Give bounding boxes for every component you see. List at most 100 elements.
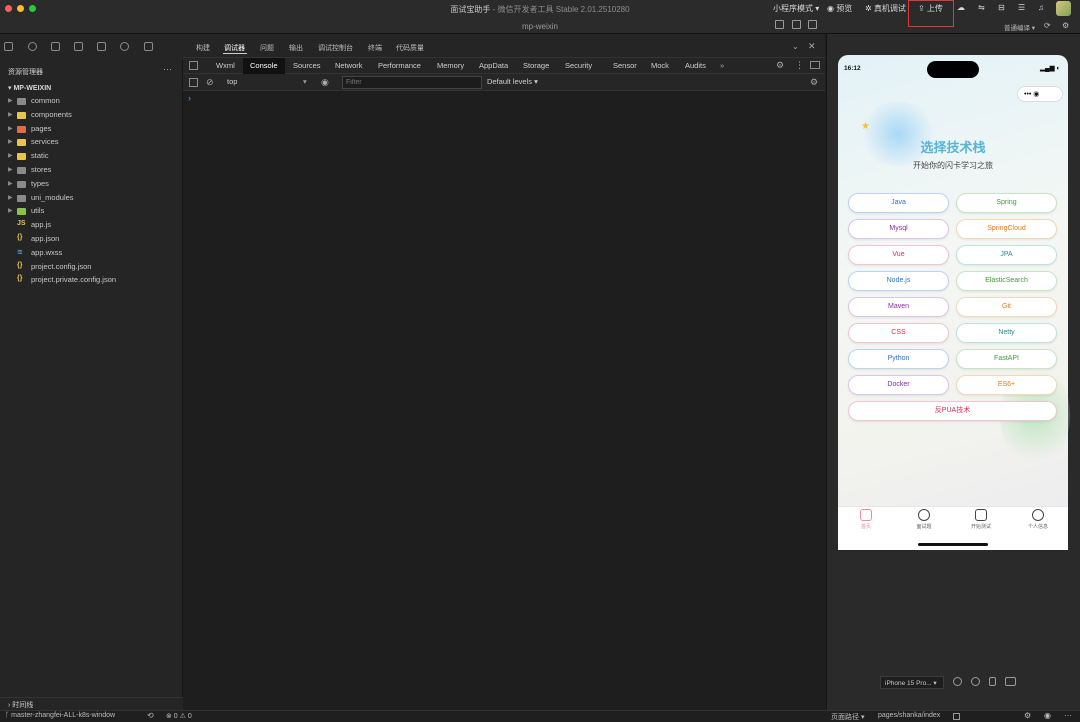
devtools-tab-4[interactable]: 调试控制台 bbox=[318, 43, 353, 53]
tech-button[interactable]: Vue bbox=[848, 245, 949, 265]
more-icon[interactable]: ··· bbox=[1064, 711, 1072, 720]
tabbar-item-1[interactable]: 面试题 bbox=[904, 509, 944, 530]
folder-common[interactable]: ▶ common bbox=[0, 95, 183, 109]
sidebar-toggle-icon[interactable] bbox=[189, 78, 198, 87]
layout-right-icon[interactable] bbox=[808, 20, 817, 29]
tabbar-item-2[interactable]: 开始测试 bbox=[961, 509, 1001, 530]
tab-network[interactable]: Network bbox=[335, 61, 363, 70]
version-icon[interactable]: ⇋ bbox=[978, 3, 985, 12]
tab-wxml[interactable]: Wxml bbox=[216, 61, 235, 70]
live-expression-eye-icon[interactable]: ◉ bbox=[321, 77, 329, 88]
plugin-icon[interactable] bbox=[144, 42, 153, 51]
folder-utils[interactable]: ▶ utils bbox=[0, 205, 183, 219]
rotate-icon[interactable] bbox=[953, 677, 962, 686]
tech-button[interactable]: Python bbox=[848, 349, 949, 369]
tech-button[interactable]: CSS bbox=[848, 323, 949, 343]
folder-uni-modules[interactable]: ▶ uni_modules bbox=[0, 192, 183, 206]
timeline-panel[interactable]: › 时间线 bbox=[0, 697, 183, 710]
tab-mock[interactable]: Mock bbox=[651, 61, 669, 70]
console-filter-input[interactable] bbox=[342, 76, 482, 89]
eye-icon[interactable]: ◉ bbox=[1044, 711, 1051, 720]
mini-program-capsule[interactable]: ••• ◉ bbox=[1017, 86, 1063, 102]
tech-button[interactable]: Java bbox=[848, 193, 949, 213]
cloud-icon[interactable]: ☁ bbox=[957, 3, 965, 12]
chevron-down-icon[interactable]: ⌄ bbox=[792, 42, 799, 51]
tab-console[interactable]: Console bbox=[250, 61, 278, 70]
folder-services[interactable]: ▶ services bbox=[0, 136, 183, 150]
tab-performance[interactable]: Performance bbox=[378, 61, 421, 70]
file-project-config-json[interactable]: {} project.config.json bbox=[0, 261, 183, 275]
phone-icon[interactable] bbox=[989, 677, 996, 686]
folder-components[interactable]: ▶ components bbox=[0, 109, 183, 123]
tech-button[interactable]: Spring bbox=[956, 193, 1057, 213]
undock-icon[interactable] bbox=[810, 61, 820, 69]
search-icon[interactable] bbox=[28, 42, 37, 51]
avatar[interactable] bbox=[1056, 1, 1071, 16]
tech-button[interactable]: Git bbox=[956, 297, 1057, 317]
tab-sensor[interactable]: Sensor bbox=[613, 61, 637, 70]
refresh-icon[interactable]: ⟳ bbox=[1044, 21, 1051, 30]
devtools-tab-5[interactable]: 终端 bbox=[368, 43, 382, 53]
real-debug-button[interactable]: ✲ 真机调试 bbox=[865, 3, 906, 14]
settings-icon[interactable]: ⚙ bbox=[1062, 21, 1069, 30]
console-prompt[interactable]: › bbox=[188, 93, 191, 103]
tab-memory[interactable]: Memory bbox=[437, 61, 464, 70]
tech-button[interactable]: Mysql bbox=[848, 219, 949, 239]
devtools-tab-2[interactable]: 问题 bbox=[260, 43, 274, 53]
menu-icon[interactable]: ☰ bbox=[1018, 3, 1025, 12]
device-select[interactable]: iPhone 15 Pro... ▾ bbox=[880, 676, 944, 689]
database-icon[interactable] bbox=[97, 42, 106, 51]
window-icon[interactable] bbox=[1005, 677, 1016, 686]
git-branch-status[interactable]: ᚴ master-zhangfei-ALL-k8s-window bbox=[5, 712, 115, 719]
tech-button[interactable]: FastAPI bbox=[956, 349, 1057, 369]
tabbar-item-3[interactable]: 个人信息 bbox=[1018, 509, 1058, 530]
tech-button[interactable]: ElasticSearch bbox=[956, 271, 1057, 291]
file-app-json[interactable]: {} app.json bbox=[0, 233, 183, 247]
tabbar-item-0[interactable]: 首页 bbox=[846, 509, 886, 530]
tab-appdata[interactable]: AppData bbox=[479, 61, 508, 70]
detail-icon[interactable]: ⊟ bbox=[998, 3, 1005, 12]
project-root[interactable]: ▾ MP-WEIXIN bbox=[8, 84, 51, 92]
preview-button[interactable]: ◉ 预览 bbox=[827, 3, 852, 14]
mode-dropdown[interactable]: 小程序模式 ▾ bbox=[773, 3, 819, 14]
console-output[interactable] bbox=[183, 91, 825, 710]
page-path-dropdown[interactable]: 页面路径 ▾ bbox=[831, 712, 864, 722]
tech-button[interactable]: Docker bbox=[848, 375, 949, 395]
close-icon[interactable]: ✕ bbox=[808, 41, 816, 52]
settings-gear-icon[interactable]: ⚙ bbox=[1024, 711, 1031, 720]
tab-audits[interactable]: Audits bbox=[685, 61, 706, 70]
more-icon[interactable]: ··· bbox=[163, 64, 172, 74]
tech-button[interactable]: Maven bbox=[848, 297, 949, 317]
tech-button[interactable]: JPA bbox=[956, 245, 1057, 265]
devtools-settings-icon[interactable]: ⚙ bbox=[776, 60, 784, 71]
tech-button[interactable]: SpringCloud bbox=[956, 219, 1057, 239]
tech-button[interactable]: 反PUA技术 bbox=[848, 401, 1057, 421]
problems-count[interactable]: ⊗ 0 ⚠ 0 bbox=[166, 712, 192, 720]
explorer-icon[interactable] bbox=[4, 42, 13, 51]
capsule-menu-icon[interactable]: ••• ◉ bbox=[1024, 90, 1039, 98]
inspect-element-icon[interactable] bbox=[189, 61, 198, 70]
devtools-tab-0[interactable]: 构建 bbox=[196, 43, 210, 53]
folder-stores[interactable]: ▶ stores bbox=[0, 164, 183, 178]
docker-icon[interactable] bbox=[120, 42, 129, 51]
compile-mode-dropdown[interactable]: 普通编译 ▾ bbox=[1004, 22, 1035, 32]
file-project-private-config-json[interactable]: {} project.private.config.json bbox=[0, 274, 183, 288]
tab-storage[interactable]: Storage bbox=[523, 61, 549, 70]
tech-button[interactable]: Netty bbox=[956, 323, 1057, 343]
folder-static[interactable]: ▶ static bbox=[0, 150, 183, 164]
folder-types[interactable]: ▶ types bbox=[0, 178, 183, 192]
folder-pages[interactable]: ▶ pages bbox=[0, 123, 183, 137]
tech-button[interactable]: Node.js bbox=[848, 271, 949, 291]
git-branch-icon[interactable] bbox=[51, 42, 60, 51]
extensions-icon[interactable] bbox=[74, 42, 83, 51]
console-settings-icon[interactable]: ⚙ bbox=[810, 77, 818, 88]
tab-security[interactable]: Security bbox=[565, 61, 592, 70]
context-select[interactable]: top ▾ bbox=[227, 77, 313, 88]
layout-bottom-icon[interactable] bbox=[792, 20, 801, 29]
file-app-js[interactable]: JS app.js bbox=[0, 219, 183, 233]
file-app-wxss[interactable]: ≋ app.wxss bbox=[0, 247, 183, 261]
devtools-tab-3[interactable]: 输出 bbox=[289, 43, 303, 53]
devtools-tab-6[interactable]: 代码质量 bbox=[396, 43, 424, 53]
kebab-menu-icon[interactable]: ⋮ bbox=[795, 60, 804, 71]
copy-icon[interactable] bbox=[953, 713, 960, 720]
